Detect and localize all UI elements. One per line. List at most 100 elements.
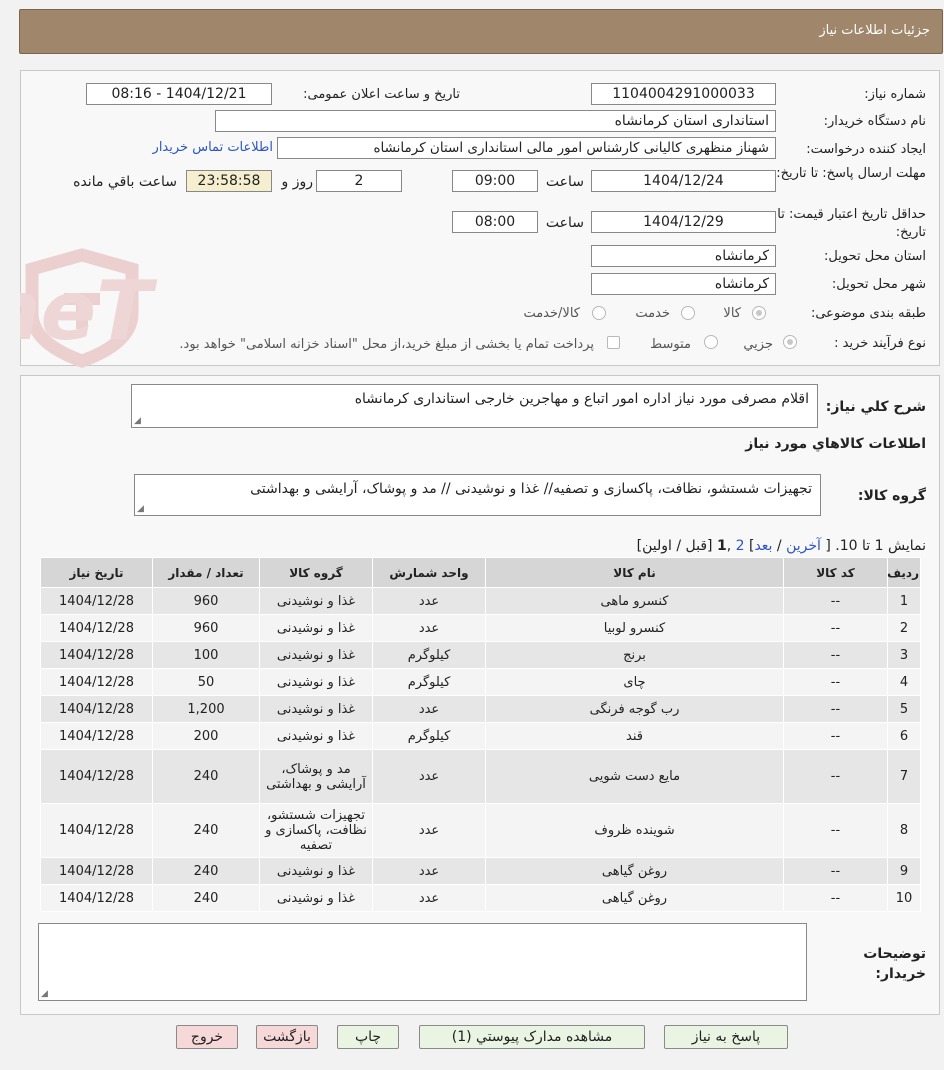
- cell-group: غذا و نوشیدنی: [259, 668, 373, 696]
- table-row: 1 -- کنسرو ماهی عدد غذا و نوشیدنی 960 14…: [40, 587, 921, 615]
- pagination: نمایش 1 تا 10. [ آخرین / بعد] 2 ,1 [قبل …: [637, 538, 926, 554]
- cell-qty: 960: [152, 587, 260, 615]
- announce-field: 1404/12/21 - 08:16: [86, 83, 272, 105]
- cell-code: --: [783, 695, 888, 723]
- col-header-unit[interactable]: واحد شمارش: [372, 557, 486, 588]
- cell-qty: 240: [152, 749, 260, 804]
- cell-code: --: [783, 587, 888, 615]
- cell-code: --: [783, 857, 888, 885]
- category-option-both: کالا/خدمت: [523, 306, 580, 321]
- goods-group-text: تجهیزات شستشو، نظافت، پاکسازی و تصفیه// …: [250, 481, 812, 497]
- cell-group: غذا و نوشیدنی: [259, 857, 373, 885]
- process-radio-minor[interactable]: [783, 335, 797, 349]
- cell-unit: عدد: [372, 614, 486, 642]
- validity-date-field: 1404/12/29: [591, 211, 776, 233]
- category-radio-both[interactable]: [592, 306, 606, 320]
- col-header-row-number[interactable]: ردیف: [887, 557, 921, 588]
- cell-name: چای: [485, 668, 784, 696]
- cell-name: برنج: [485, 641, 784, 669]
- cell-date: 1404/12/28: [40, 857, 153, 885]
- cell-unit: کیلوگرم: [372, 668, 486, 696]
- pagination-showing: نمایش 1 تا 10.: [835, 538, 926, 554]
- resize-grip-icon[interactable]: ◢: [134, 417, 141, 426]
- goods-group-label: گروه کالا:: [857, 488, 926, 504]
- table-row: 8 -- شوینده ظروف عدد تجهیزات شستشو، نظاف…: [40, 803, 921, 858]
- col-header-code[interactable]: کد کالا: [783, 557, 888, 588]
- city-field: کرمانشاه: [591, 273, 776, 295]
- cell-code: --: [783, 722, 888, 750]
- cell-date: 1404/12/28: [40, 587, 153, 615]
- cell-code: --: [783, 668, 888, 696]
- cell-name: روغن گیاهی: [485, 857, 784, 885]
- days-label: روز و: [281, 174, 314, 190]
- cell-date: 1404/12/28: [40, 614, 153, 642]
- cell-row-number: 9: [887, 857, 921, 885]
- treasury-payment-checkbox[interactable]: [607, 336, 620, 349]
- cell-qty: 960: [152, 614, 260, 642]
- cell-name: شوینده ظروف: [485, 803, 784, 858]
- creator-label: ایجاد کننده درخواست:: [806, 142, 926, 157]
- cell-row-number: 8: [887, 803, 921, 858]
- buyer-org-label: نام دستگاه خریدار:: [823, 114, 926, 129]
- table-row: 6 -- قند کیلوگرم غذا و نوشیدنی 200 1404/…: [40, 722, 921, 750]
- resize-grip-icon[interactable]: ◢: [137, 505, 144, 514]
- table-row: 3 -- برنج کیلوگرم غذا و نوشیدنی 100 1404…: [40, 641, 921, 669]
- cell-group: غذا و نوشیدنی: [259, 722, 373, 750]
- cell-name: رب گوجه فرنگی: [485, 695, 784, 723]
- category-radio-service[interactable]: [681, 306, 695, 320]
- col-header-name[interactable]: نام کالا: [485, 557, 784, 588]
- cell-unit: عدد: [372, 884, 486, 912]
- cell-code: --: [783, 641, 888, 669]
- table-row: 9 -- روغن گیاهی عدد غذا و نوشیدنی 240 14…: [40, 857, 921, 885]
- cell-code: --: [783, 803, 888, 858]
- goods-table: ردیف کد کالا نام کالا واحد شمارش گروه کا…: [40, 557, 921, 912]
- exit-button[interactable]: خروج: [176, 1025, 238, 1049]
- pagination-open: [: [825, 538, 831, 554]
- col-header-group[interactable]: گروه کالا: [259, 557, 373, 588]
- col-header-date[interactable]: تاریخ نیاز: [40, 557, 153, 588]
- validity-time-field: 08:00: [452, 211, 538, 233]
- cell-group: غذا و نوشیدنی: [259, 587, 373, 615]
- cell-group: غذا و نوشیدنی: [259, 695, 373, 723]
- cell-row-number: 7: [887, 749, 921, 804]
- announce-label: تاریخ و ساعت اعلان عمومی:: [303, 87, 460, 102]
- cell-row-number: 4: [887, 668, 921, 696]
- cell-date: 1404/12/28: [40, 749, 153, 804]
- table-row: 7 -- مایع دست شویی عدد مد و پوشاک، آرایش…: [40, 749, 921, 804]
- view-attachments-button[interactable]: مشاهده مدارک پیوستي (1): [419, 1025, 645, 1049]
- creator-field: شهناز منظهری کالیانی کارشناس امور مالی ا…: [277, 137, 776, 159]
- respond-button[interactable]: پاسخ به نیاز: [664, 1025, 788, 1049]
- print-button[interactable]: چاپ: [337, 1025, 399, 1049]
- cell-date: 1404/12/28: [40, 695, 153, 723]
- cell-name: کنسرو لوبیا: [485, 614, 784, 642]
- pagination-page-2-link[interactable]: 2: [736, 538, 745, 554]
- pagination-next-link[interactable]: بعد: [754, 538, 772, 554]
- cell-qty: 240: [152, 884, 260, 912]
- buyer-contact-link[interactable]: اطلاعات تماس خریدار: [153, 140, 273, 155]
- table-row: 10 -- روغن گیاهی عدد غذا و نوشیدنی 240 1…: [40, 884, 921, 912]
- need-number-label: شماره نیاز:: [864, 87, 926, 102]
- days-field: 2: [316, 170, 402, 192]
- cell-group: تجهیزات شستشو، نظافت، پاکسازی و تصفیه: [259, 803, 373, 858]
- col-header-qty[interactable]: تعداد / مقدار: [152, 557, 260, 588]
- cell-unit: عدد: [372, 749, 486, 804]
- pagination-prev-first: [قبل / اولین]: [636, 538, 713, 554]
- cell-qty: 50: [152, 668, 260, 696]
- process-radio-medium[interactable]: [704, 335, 718, 349]
- cell-row-number: 1: [887, 587, 921, 615]
- back-button[interactable]: بازگشت: [256, 1025, 318, 1049]
- pagination-comma: ,: [726, 538, 732, 554]
- cell-name: کنسرو ماهی: [485, 587, 784, 615]
- summary-label: شرح کلي نیاز:: [825, 399, 926, 415]
- cell-unit: کیلوگرم: [372, 722, 486, 750]
- resize-grip-icon[interactable]: ◢: [41, 990, 48, 999]
- cell-unit: عدد: [372, 857, 486, 885]
- cell-name: قند: [485, 722, 784, 750]
- validity-label: حداقل تاریخ اعتبار قیمت: تا تاریخ:: [777, 207, 926, 240]
- cell-unit: عدد: [372, 587, 486, 615]
- category-radio-goods[interactable]: [752, 306, 766, 320]
- pagination-last-link[interactable]: آخرین: [786, 538, 821, 554]
- cell-name: روغن گیاهی: [485, 884, 784, 912]
- buyer-org-field: استانداری استان کرمانشاه: [215, 110, 776, 132]
- cell-unit: کیلوگرم: [372, 641, 486, 669]
